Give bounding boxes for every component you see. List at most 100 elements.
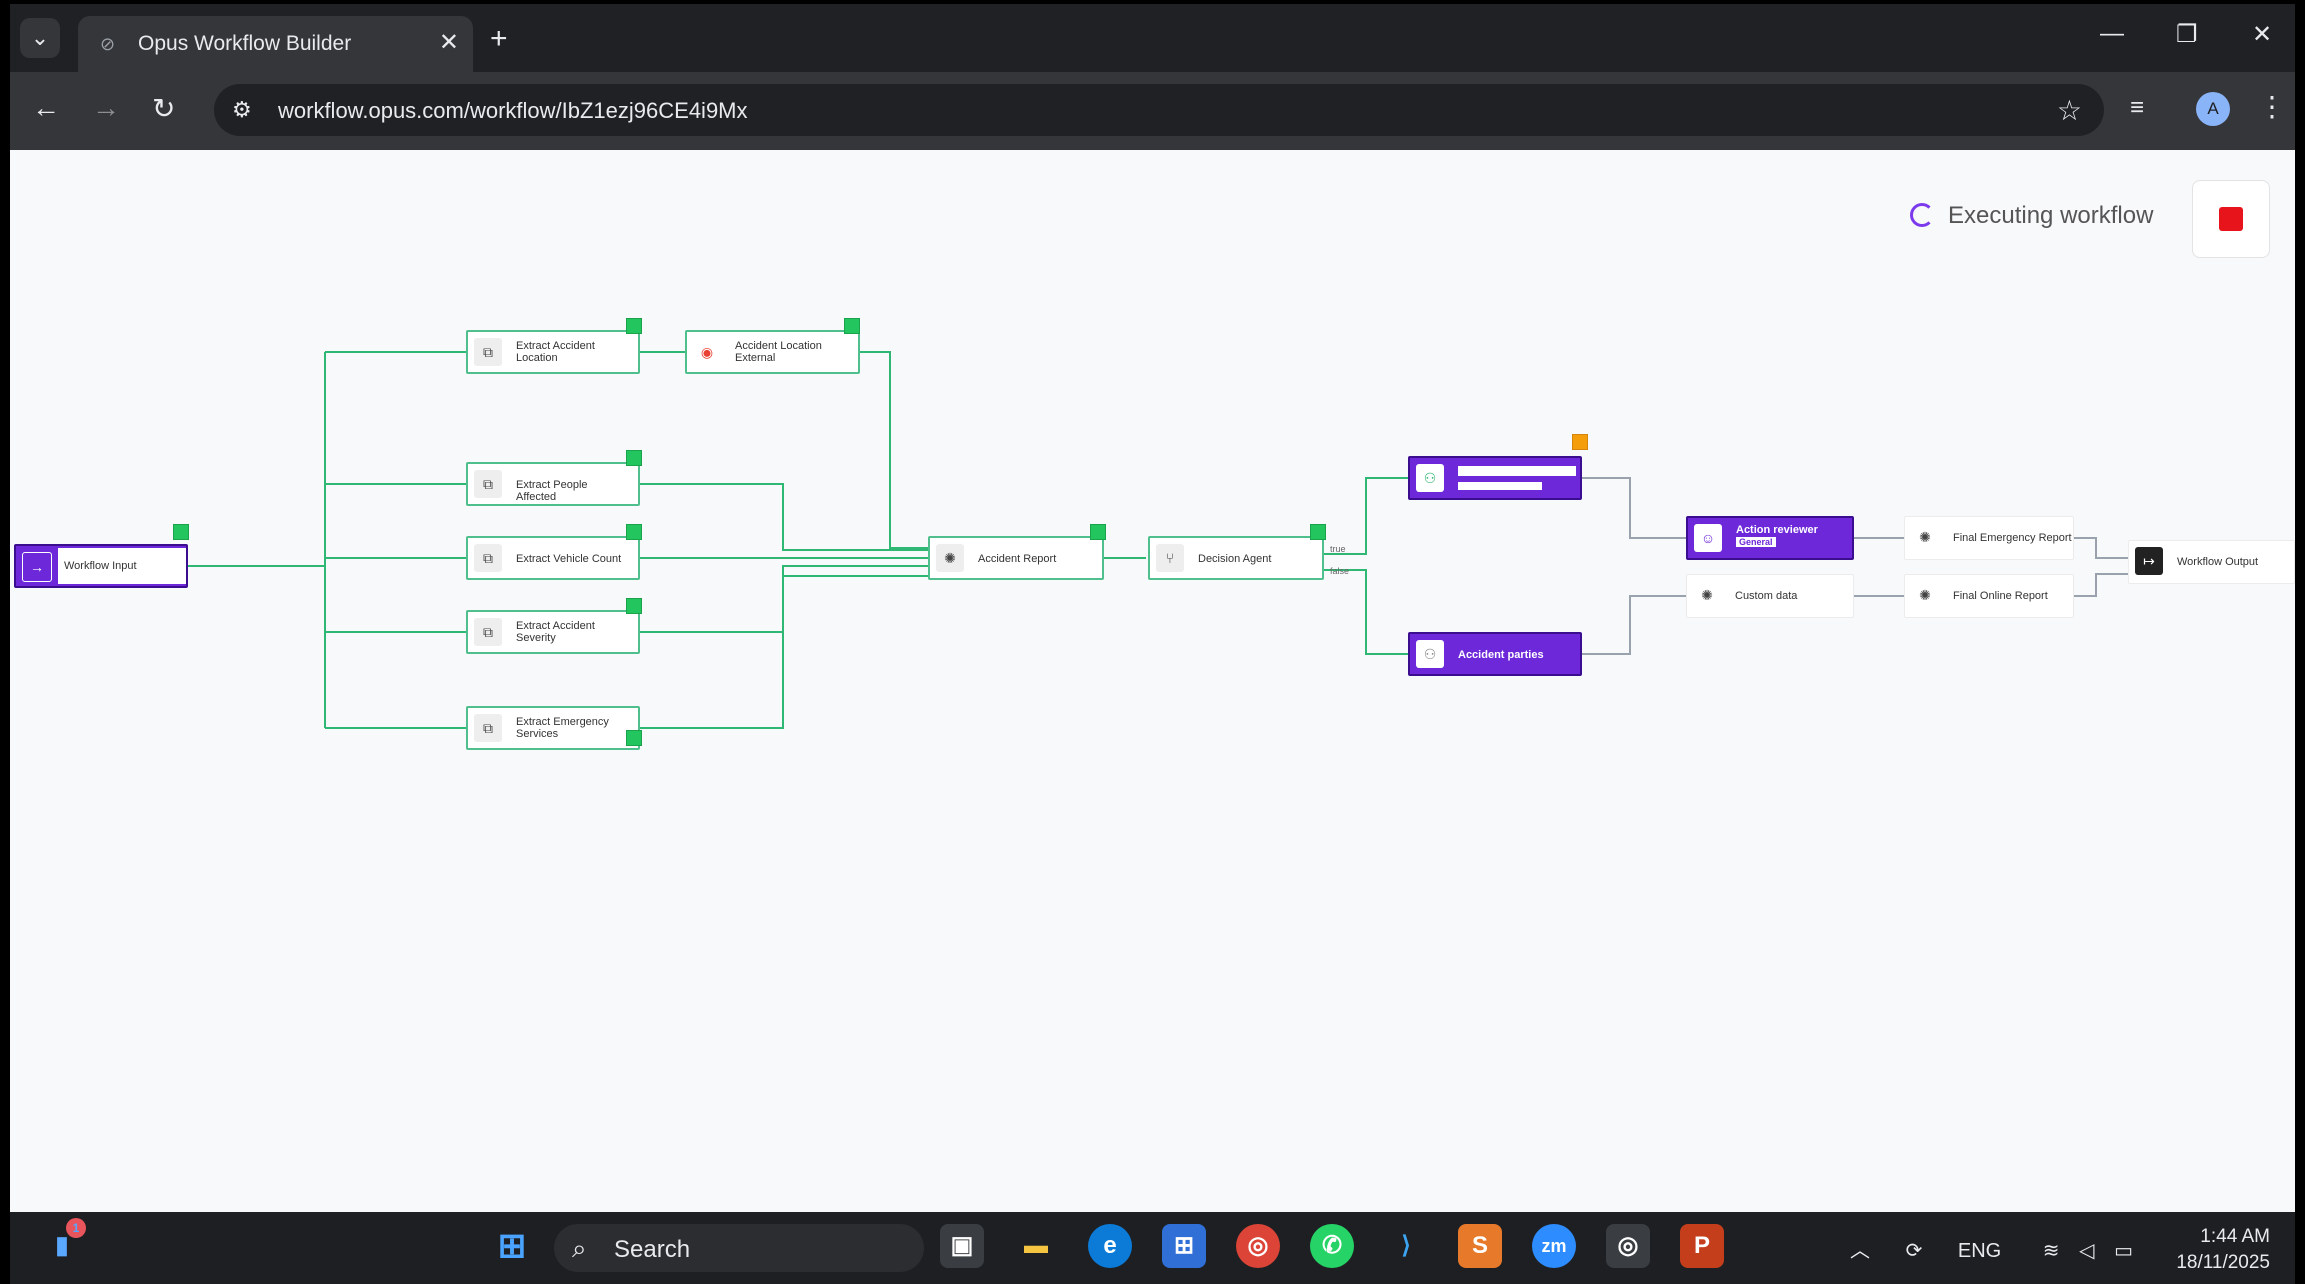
decision-icon: ⑂ [1156, 544, 1184, 572]
status-success-badge [173, 524, 189, 540]
back-icon[interactable]: ← [32, 92, 60, 124]
address-bar[interactable]: ⚙ workflow.opus.com/workflow/IbZ1ezj96CE… [214, 84, 2104, 136]
language-indicator[interactable]: ENG [1958, 1240, 2001, 1262]
node-action-reviewer[interactable]: ☺ Action reviewer General [1686, 516, 1854, 560]
powerpoint-icon[interactable]: P [1680, 1224, 1724, 1268]
workflow-edges: true false [188, 351, 2128, 729]
node-custom-data[interactable]: ✺ Custom data [1686, 574, 1854, 618]
node-workflow-output[interactable]: ↦ Workflow Output [2128, 540, 2295, 584]
volume-icon[interactable]: ◁ [2079, 1240, 2094, 1262]
new-tab-icon[interactable]: + [490, 22, 508, 56]
wifi-icon[interactable]: ≋ [2043, 1240, 2060, 1262]
node-label: Severity [516, 632, 556, 644]
browser-toolbar: ← → ↻ ⚙ workflow.opus.com/workflow/IbZ1e… [10, 72, 2295, 150]
node-accident-parties[interactable]: ⚇ Accident parties [1408, 632, 1582, 676]
node-extract-emergency-services[interactable]: ⧉ Extract Emergency Services [466, 706, 640, 750]
edge-emergency-to-report [640, 575, 928, 729]
windows-start-icon[interactable]: ⊞ [490, 1224, 534, 1268]
node-extract-vehicle-count[interactable]: ⧉ Extract Vehicle Count [466, 536, 640, 580]
url-text[interactable]: workflow.opus.com/workflow/IbZ1ezj96CE4i… [278, 98, 748, 124]
search-icon: ⌕ [572, 1233, 587, 1263]
profile-avatar[interactable]: A [2196, 92, 2230, 126]
search-placeholder: Search [614, 1236, 691, 1263]
reload-icon[interactable]: ↻ [152, 92, 175, 125]
map-pin-icon: ◉ [693, 338, 721, 366]
system-tray: ︿ ⟳ ENG ≋ ◁ ▭ [1850, 1234, 2133, 1263]
node-label: Extract People Affected [516, 479, 588, 503]
agent-icon: ⚇ [1416, 640, 1444, 668]
stop-icon [2219, 207, 2243, 231]
edge-browser-icon[interactable]: e [1088, 1224, 1132, 1268]
chrome-active-icon[interactable]: ◎ [1606, 1224, 1650, 1268]
ai-agent-icon: ✺ [1911, 523, 1939, 551]
stop-execution-button[interactable] [2192, 180, 2270, 258]
ai-agent-icon: ✺ [1911, 581, 1939, 609]
extract-icon: ⧉ [474, 618, 502, 646]
edge-final-emergency-to-output [2074, 537, 2128, 559]
node-extract-accident-severity[interactable]: ⧉ Extract Accident Severity [466, 610, 640, 654]
media-control-icon[interactable]: ≡ [2130, 94, 2144, 122]
node-accident-location-external[interactable]: ◉ Accident Location External [685, 330, 860, 374]
sublime-text-icon[interactable]: S [1458, 1224, 1502, 1268]
system-clock[interactable]: 1:44 AM 18/11/2025 [2160, 1224, 2270, 1276]
windows-taskbar: ▮ 1 ⊞ ⌕ Search ▣ ▬ e ⊞ ◎ ✆ ⟩ S zm ◎ P ︿ ⟳… [10, 1212, 2295, 1284]
edge-decision-false [1324, 569, 1408, 655]
tray-chevron-icon[interactable]: ︿ [1850, 1240, 1870, 1262]
node-decision-agent[interactable]: ⑂ Decision Agent [1148, 536, 1324, 580]
forward-icon[interactable]: → [92, 92, 120, 124]
node-pending-agent[interactable]: ⚇ [1408, 456, 1582, 500]
close-window-icon[interactable]: ✕ [2252, 20, 2272, 49]
node-extract-people-affected[interactable]: ⧉ Extract People Affected [466, 462, 640, 506]
node-label: Location [516, 352, 558, 364]
node-label: Action reviewer [1736, 524, 1818, 536]
tab-search-button[interactable]: ⌄ [20, 18, 60, 58]
ai-agent-icon: ✺ [1693, 581, 1721, 609]
close-tab-icon[interactable]: ✕ [439, 28, 459, 57]
edge-final-online-to-output [2074, 573, 2128, 597]
tab-title: Opus Workflow Builder [138, 32, 352, 55]
node-tag: General [1736, 537, 1776, 547]
file-explorer-icon[interactable]: ▬ [1014, 1224, 1058, 1268]
skeleton-line [1458, 482, 1542, 490]
browser-tab[interactable]: ⊘ Opus Workflow Builder ✕ [78, 16, 473, 74]
site-info-icon[interactable]: ⚙ [232, 97, 252, 123]
status-success-badge [1310, 524, 1326, 540]
node-label: Services [516, 728, 559, 740]
widgets-icon[interactable]: ▮ 1 [40, 1218, 86, 1268]
status-success-badge [626, 318, 642, 334]
edge-external-to-report [860, 351, 928, 549]
node-label: Final Online Report [1953, 590, 2048, 602]
node-extract-accident-location[interactable]: ⧉ Extract Accident Location [466, 330, 640, 374]
vscode-icon[interactable]: ⟩ [1384, 1224, 1428, 1268]
node-label: Workflow Output [2177, 556, 2259, 568]
zoom-icon[interactable]: zm [1532, 1224, 1576, 1268]
taskbar-search-box[interactable]: ⌕ Search [554, 1224, 924, 1272]
task-view-icon[interactable]: ▣ [940, 1224, 984, 1268]
clock-time: 1:44 AM [2200, 1226, 2270, 1247]
node-final-emergency-report[interactable]: ✺ Final Emergency Report [1904, 516, 2074, 560]
minimize-icon[interactable]: — [2100, 20, 2124, 48]
sync-icon[interactable]: ⟳ [1906, 1240, 1923, 1262]
edge-to-custom-data [1582, 595, 1686, 655]
edge-to-action-reviewer [1582, 477, 1686, 539]
execution-status: Executing workflow [1910, 202, 2153, 230]
extract-icon: ⧉ [474, 470, 502, 498]
node-label: External [735, 352, 776, 364]
edge-false-label: false [1330, 566, 1349, 576]
battery-icon[interactable]: ▭ [2114, 1240, 2133, 1262]
bookmark-star-icon[interactable]: ☆ [2057, 94, 2082, 127]
node-label: Extract Vehicle Count [516, 553, 622, 565]
node-label: Extract Accident [516, 340, 595, 352]
node-label: Accident Report [978, 553, 1057, 565]
whatsapp-icon[interactable]: ✆ [1310, 1224, 1354, 1268]
node-label: Workflow Input [58, 548, 186, 584]
browser-menu-icon[interactable]: ⋮ [2258, 90, 2286, 123]
restore-icon[interactable]: ❐ [2176, 20, 2198, 49]
node-final-online-report[interactable]: ✺ Final Online Report [1904, 574, 2074, 618]
chrome-icon[interactable]: ◎ [1236, 1224, 1280, 1268]
node-accident-report[interactable]: ✺ Accident Report [928, 536, 1104, 580]
store-icon[interactable]: ⊞ [1162, 1224, 1206, 1268]
node-workflow-input[interactable]: → Workflow Input [14, 544, 188, 588]
status-success-badge [626, 730, 642, 746]
agent-icon: ⚇ [1416, 464, 1444, 492]
